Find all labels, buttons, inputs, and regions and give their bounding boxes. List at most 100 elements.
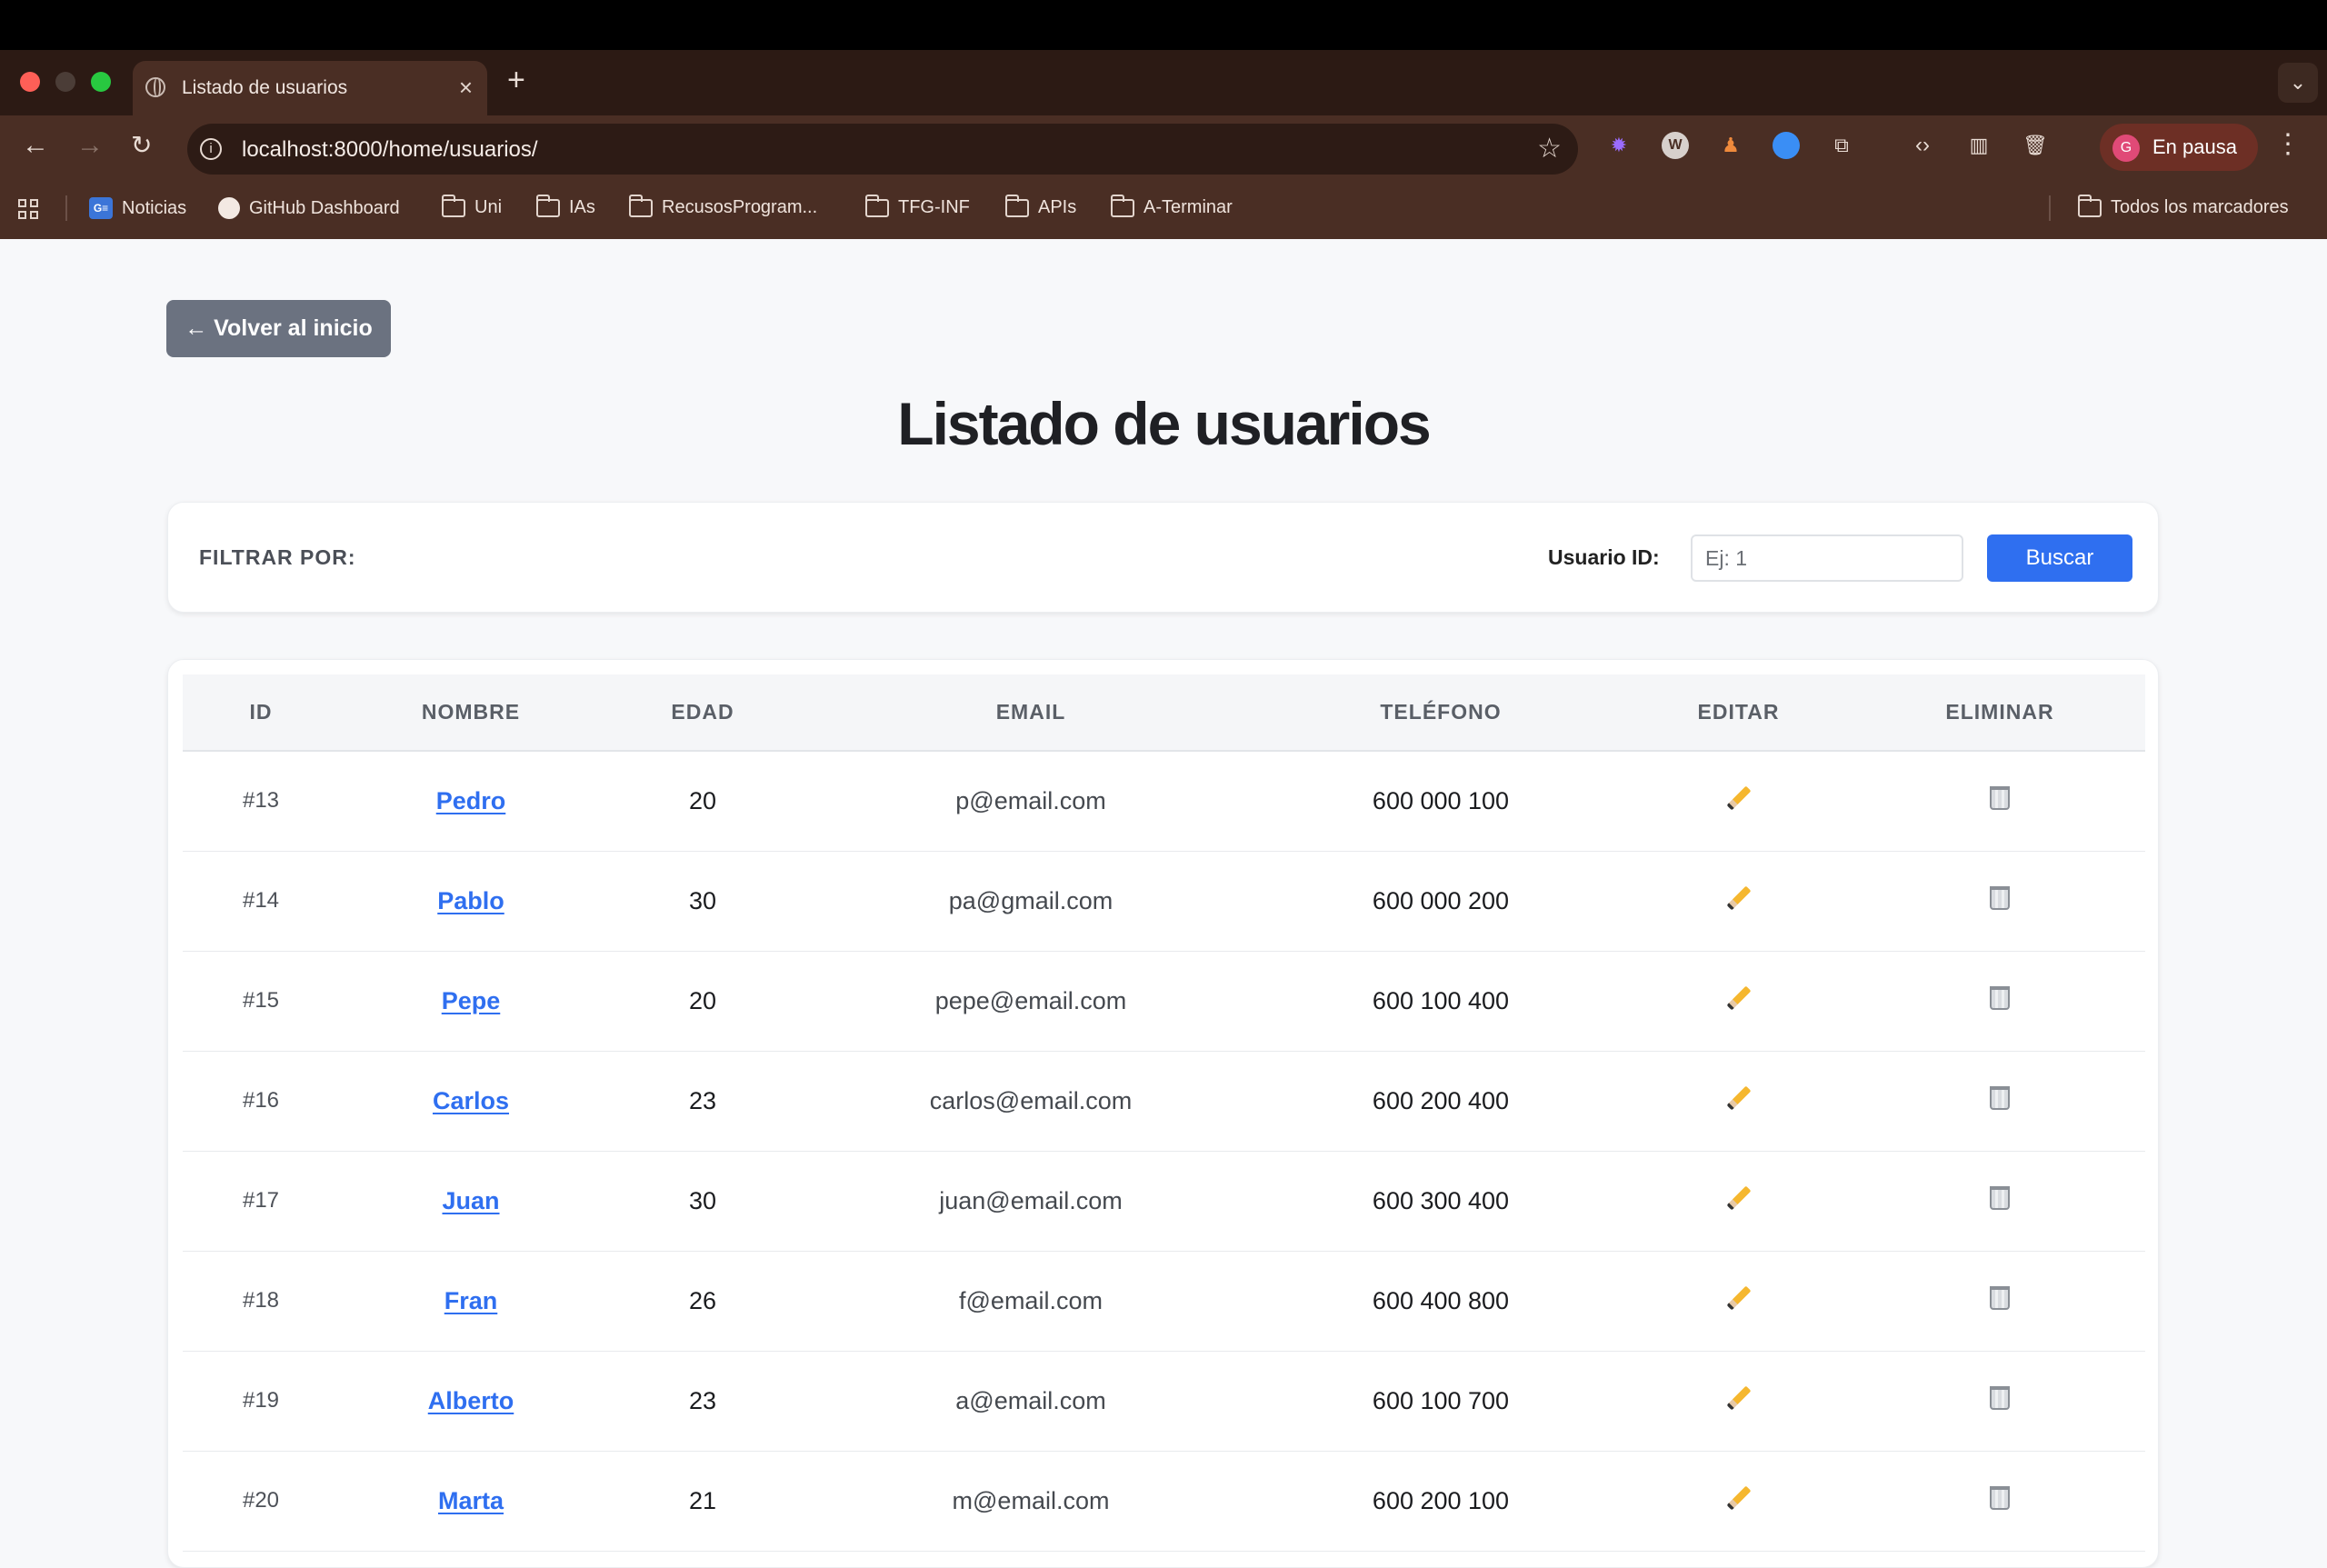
folder-icon [442, 194, 465, 217]
trash-icon[interactable] [1990, 1285, 2010, 1310]
more-menu-icon[interactable]: ⋮ [2274, 128, 2302, 160]
user-name-link[interactable]: Juan [442, 1187, 499, 1214]
search-button[interactable]: Buscar [1987, 534, 2132, 582]
edit-cell [1623, 851, 1854, 952]
column-header-edit: EDITAR [1623, 674, 1854, 752]
back-arrow-icon[interactable]: ← [22, 130, 49, 161]
pencil-icon[interactable] [1726, 1285, 1751, 1310]
bookmark-label: TFG-INF [898, 197, 970, 217]
pencil-icon[interactable] [1726, 885, 1751, 910]
user-name-link[interactable]: Marta [438, 1487, 504, 1514]
pencil-icon[interactable] [1726, 985, 1751, 1010]
back-to-home-button[interactable]: ← Volver al inicio [166, 300, 391, 357]
browser-toolbar: ← → ↻ i localhost:8000/home/usuarios/ ☆ … [0, 115, 2327, 179]
bookmark-a-terminar[interactable]: A-Terminar [1111, 194, 1233, 218]
new-tab-button[interactable]: + [507, 63, 525, 98]
user-name-link[interactable]: Pablo [437, 887, 504, 914]
table-header-row: ID NOMBRE EDAD EMAIL TELÉFONO EDITAR ELI… [183, 674, 2145, 752]
apps-grid-icon[interactable] [18, 199, 38, 219]
extensions-puzzle-icon[interactable]: ⧉ [1828, 132, 1855, 159]
user-phone-cell: 600 300 400 [1259, 1151, 1623, 1252]
reading-mode-icon[interactable]: ▥ [1965, 132, 1992, 159]
user-phone-cell: 600 100 700 [1259, 1351, 1623, 1452]
extension-w-icon[interactable]: W [1662, 132, 1689, 159]
user-id-label: Usuario ID: [1548, 545, 1660, 569]
user-name-cell: Pablo [339, 851, 603, 952]
user-age-cell: 30 [603, 851, 803, 952]
table-row: #19 Alberto 23 a@email.com 600 100 700 [183, 1351, 2145, 1452]
bookmark-label: Todos los marcadores [2111, 197, 2289, 217]
user-email-cell: pepe@email.com [803, 951, 1259, 1052]
reload-icon[interactable]: ↻ [131, 130, 152, 160]
trash-icon[interactable] [1990, 785, 2010, 810]
trash-icon[interactable] [1990, 1185, 2010, 1210]
devtools-code-icon[interactable]: ‹› [1909, 132, 1936, 159]
column-header-name: NOMBRE [339, 674, 603, 752]
bookmark-noticias[interactable]: G≡ Noticias [89, 197, 186, 219]
close-window-button[interactable] [20, 72, 40, 92]
site-info-icon[interactable]: i [200, 138, 222, 160]
page-content: ← Volver al inicio Listado de usuarios F… [0, 239, 2327, 1568]
extension-gear-icon[interactable]: ✹ [1605, 132, 1633, 159]
user-name-link[interactable]: Fran [444, 1287, 498, 1314]
trash-icon[interactable] [1990, 1085, 2010, 1110]
forward-arrow-icon[interactable]: → [76, 130, 104, 161]
user-name-cell: Alberto [339, 1351, 603, 1452]
browser-tab[interactable]: Listado de usuarios × [133, 61, 487, 115]
pencil-icon[interactable] [1726, 785, 1751, 811]
tab-title: Listado de usuarios [182, 77, 348, 98]
bookmark-all[interactable]: Todos los marcadores [2078, 194, 2289, 218]
tab-search-button[interactable]: ⌄ [2278, 63, 2318, 103]
bookmark-github-dashboard[interactable]: GitHub Dashboard [218, 197, 400, 219]
extension-circle-icon[interactable] [1773, 132, 1800, 159]
pencil-icon[interactable] [1726, 1085, 1751, 1110]
user-phone-cell: 600 000 200 [1259, 851, 1623, 952]
pencil-icon[interactable] [1726, 1485, 1751, 1510]
users-table: ID NOMBRE EDAD EMAIL TELÉFONO EDITAR ELI… [183, 674, 2145, 1552]
user-id-cell: #15 [183, 951, 339, 1052]
tab-strip: Listado de usuarios × + ⌄ [0, 50, 2327, 115]
pencil-icon[interactable] [1726, 1185, 1751, 1210]
extension-figure-icon[interactable]: ♟ [1717, 132, 1744, 159]
trash-icon[interactable] [1990, 985, 2010, 1010]
edit-cell [1623, 1151, 1854, 1252]
trash-icon[interactable] [1990, 885, 2010, 910]
user-name-link[interactable]: Alberto [428, 1387, 514, 1414]
bookmark-tfg-inf[interactable]: TFG-INF [865, 194, 970, 218]
bookmark-uni[interactable]: Uni [442, 194, 502, 218]
profile-button[interactable]: G En pausa [2100, 124, 2258, 171]
bookmark-star-icon[interactable]: ☆ [1537, 133, 1562, 165]
delete-cell [1854, 951, 2145, 1052]
address-bar[interactable]: i localhost:8000/home/usuarios/ ☆ [187, 124, 1578, 175]
delete-cell [1854, 1251, 2145, 1352]
folder-icon [629, 194, 653, 217]
trash-icon[interactable] [1990, 1385, 2010, 1410]
table-row: #17 Juan 30 juan@email.com 600 300 400 [183, 1151, 2145, 1252]
user-id-cell: #13 [183, 751, 339, 852]
bookmark-label: IAs [569, 197, 595, 217]
trash-toolbar-icon[interactable]: 🗑 [2022, 132, 2049, 159]
user-name-link[interactable]: Carlos [433, 1087, 509, 1114]
bookmark-divider [65, 195, 67, 221]
minimize-window-button[interactable] [55, 72, 75, 92]
close-tab-icon[interactable]: × [459, 74, 473, 102]
user-id-input[interactable] [1691, 534, 1963, 582]
pencil-icon[interactable] [1726, 1385, 1751, 1410]
folder-icon [865, 194, 889, 217]
column-header-delete: ELIMINAR [1854, 674, 2145, 752]
bookmark-ias[interactable]: IAs [536, 194, 595, 218]
trash-icon[interactable] [1990, 1485, 2010, 1510]
user-id-cell: #14 [183, 851, 339, 952]
maximize-window-button[interactable] [91, 72, 111, 92]
bookmark-apis[interactable]: APIs [1005, 194, 1076, 218]
delete-cell [1854, 1151, 2145, 1252]
users-table-card: ID NOMBRE EDAD EMAIL TELÉFONO EDITAR ELI… [167, 659, 2159, 1568]
page-title: Listado de usuarios [897, 390, 1431, 457]
table-row: #14 Pablo 30 pa@gmail.com 600 000 200 [183, 851, 2145, 952]
profile-status: En pausa [2152, 135, 2237, 158]
user-email-cell: carlos@email.com [803, 1051, 1259, 1152]
user-name-link[interactable]: Pepe [442, 987, 501, 1014]
edit-cell [1623, 1351, 1854, 1452]
bookmark-recusosprogram[interactable]: RecusosProgram... [629, 194, 817, 218]
user-name-link[interactable]: Pedro [436, 787, 506, 814]
